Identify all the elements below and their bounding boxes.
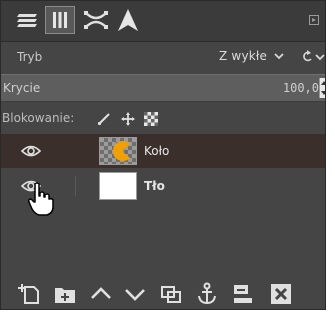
layer-row-kolo[interactable]: Koło — [1, 134, 325, 168]
layers-dock: Tryb Z wykłe Krycie 100,0 Blokowanie: Ko… — [0, 0, 326, 310]
chevron-down-icon — [125, 289, 145, 301]
opacity-slider[interactable]: Krycie 100,0 — [1, 74, 325, 102]
layer-name[interactable]: Tło — [144, 179, 165, 193]
duplicate-layer-button[interactable] — [159, 282, 183, 306]
mode-label: Tryb — [17, 50, 43, 64]
lock-row: Blokowanie: — [1, 105, 325, 131]
delete-layer-button[interactable] — [269, 282, 293, 306]
mode-select[interactable]: Z wykłe — [219, 49, 267, 63]
lock-pixels-icon[interactable] — [97, 112, 111, 126]
new-layer-group-icon — [55, 288, 75, 303]
dock-tab-bar — [1, 1, 325, 42]
anchor-layer-button[interactable] — [195, 282, 219, 306]
layer-thumbnail — [99, 137, 137, 165]
opacity-spin-buttons[interactable] — [319, 78, 325, 98]
lock-position-icon[interactable] — [121, 112, 135, 126]
duplicate-icon — [161, 286, 181, 303]
tab-paths[interactable] — [81, 6, 111, 34]
paths-icon — [84, 11, 108, 29]
merge-down-icon — [234, 285, 252, 303]
lower-layer-button[interactable] — [123, 282, 147, 306]
opacity-value[interactable]: 100,0 — [283, 81, 319, 95]
mode-reset-icon[interactable] — [301, 50, 325, 64]
lock-label: Blokowanie: — [2, 111, 75, 125]
layer-thumbnail — [99, 172, 137, 200]
tab-menu-button[interactable] — [307, 13, 321, 27]
chain-toggle[interactable] — [75, 176, 76, 196]
chevron-down-icon[interactable] — [273, 50, 285, 62]
new-layer-group-button[interactable] — [53, 282, 77, 306]
layers-stack-icon — [17, 14, 37, 27]
mode-row: Tryb Z wykłe — [1, 42, 325, 72]
channels-icon — [53, 12, 67, 28]
pacman-shape-icon — [112, 141, 130, 161]
hand-pointer-cursor-icon — [28, 182, 54, 216]
lock-alpha-icon[interactable] — [144, 112, 158, 126]
tab-menu-icon — [309, 15, 319, 25]
delete-icon — [271, 284, 291, 304]
layer-name[interactable]: Koło — [144, 144, 169, 158]
undo-history-icon — [118, 9, 138, 31]
raise-layer-button[interactable] — [89, 282, 113, 306]
new-layer-button[interactable] — [17, 282, 41, 306]
chevron-up-icon — [91, 287, 111, 299]
merge-down-button[interactable] — [231, 282, 255, 306]
tab-undo-history[interactable] — [113, 6, 143, 34]
new-layer-icon — [18, 284, 39, 304]
anchor-icon — [198, 282, 216, 305]
layers-toolbar — [1, 277, 325, 309]
tab-channels[interactable] — [45, 6, 75, 34]
opacity-label: Krycie — [3, 81, 41, 95]
tab-layers[interactable] — [13, 6, 43, 34]
eye-icon[interactable] — [21, 144, 41, 158]
